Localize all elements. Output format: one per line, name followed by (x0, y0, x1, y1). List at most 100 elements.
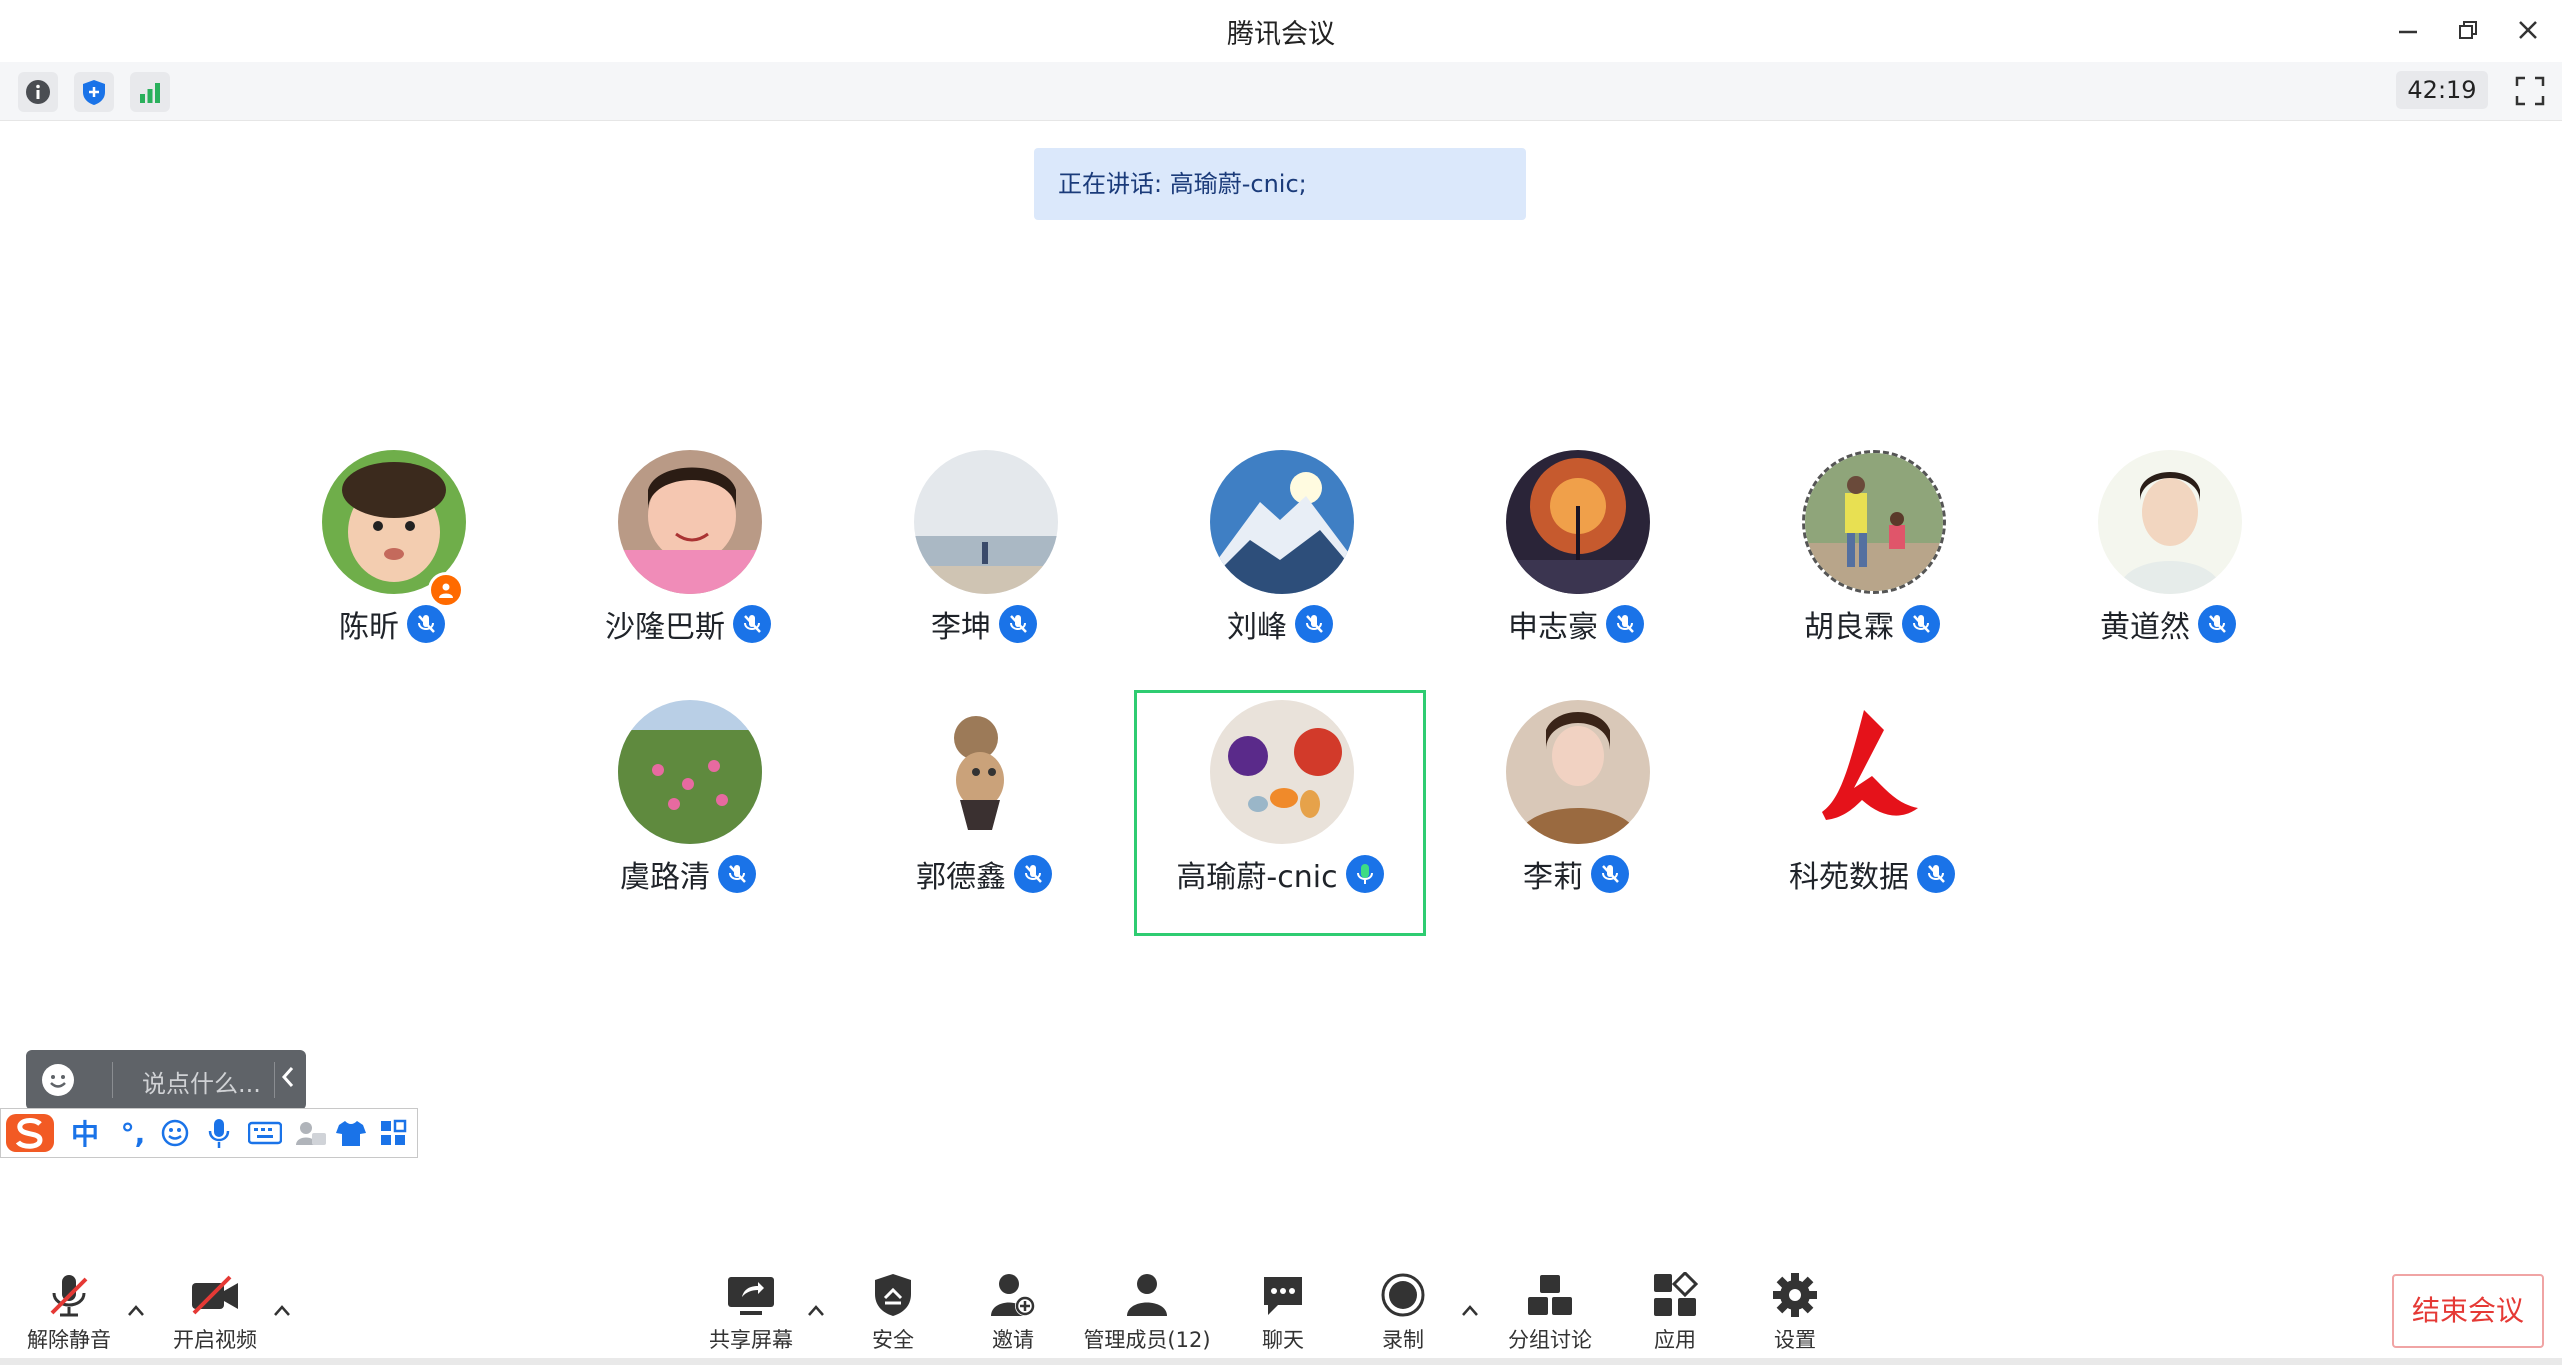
bottom-divider (0, 1358, 2562, 1365)
start-video-button[interactable]: 开启视频 (170, 1270, 260, 1354)
avatar (1210, 450, 1354, 594)
emoji-icon[interactable] (42, 1064, 74, 1096)
ime-punctuation-indicator[interactable]: °, (113, 1115, 153, 1151)
divider (274, 1062, 275, 1098)
shield-icon (868, 1270, 918, 1320)
end-meeting-button[interactable]: 结束会议 (2392, 1274, 2544, 1348)
window-title: 腾讯会议 (1227, 19, 1335, 50)
add-user-icon (988, 1270, 1038, 1320)
participant-tile[interactable]: 李莉 (1436, 700, 1716, 920)
participant-tile[interactable]: 沙隆巴斯 (548, 450, 828, 670)
members-icon (1122, 1270, 1172, 1320)
avatar (618, 700, 762, 844)
meeting-toolbar: 42:19 (0, 62, 2562, 121)
chevron-up-icon[interactable] (272, 1298, 292, 1323)
mic-muted-icon (1917, 855, 1955, 893)
smiley-icon[interactable] (157, 1115, 193, 1151)
participant-tile[interactable]: 黄道然 (2028, 450, 2308, 670)
record-label: 录制 (1382, 1328, 1424, 1352)
chat-label: 聊天 (1262, 1328, 1304, 1352)
participant-tile[interactable]: 郭德鑫 (844, 700, 1124, 920)
participant-name: 沙隆巴斯 (605, 610, 725, 645)
security-button[interactable]: 安全 (848, 1270, 938, 1354)
participant-name: 李莉 (1523, 860, 1583, 895)
invite-button[interactable]: 邀请 (968, 1270, 1058, 1354)
toolbox-grid-icon[interactable] (375, 1115, 411, 1151)
avatar (2098, 450, 2242, 594)
participant-tile[interactable]: 高瑜蔚-cnic (1140, 700, 1420, 920)
info-icon[interactable] (18, 72, 58, 112)
unmute-label: 解除静音 (27, 1328, 111, 1352)
chevron-up-icon[interactable] (126, 1298, 146, 1323)
settings-label: 设置 (1774, 1328, 1816, 1352)
participant-name: 申志豪 (1508, 610, 1598, 645)
participant-tile[interactable]: 陈昕 (252, 450, 532, 670)
chat-input[interactable]: 说点什么... (142, 1064, 261, 1099)
user-profile-icon[interactable] (291, 1115, 331, 1151)
mic-muted-icon (1014, 855, 1052, 893)
shield-icon[interactable] (74, 72, 114, 112)
gear-icon (1770, 1270, 1820, 1320)
participant-tile[interactable]: 虞路清 (548, 700, 828, 920)
record-button[interactable]: 录制 (1358, 1270, 1448, 1354)
share-screen-icon (726, 1270, 776, 1320)
participant-name: 高瑜蔚-cnic (1176, 860, 1338, 895)
apps-button[interactable]: 应用 (1630, 1270, 1720, 1354)
mic-muted-icon (718, 855, 756, 893)
avatar (1210, 700, 1354, 844)
invite-label: 邀请 (992, 1328, 1034, 1352)
skin-shirt-icon[interactable] (333, 1115, 369, 1151)
avatar (914, 700, 1058, 844)
ime-mode-indicator[interactable]: 中 (65, 1115, 105, 1151)
divider (112, 1062, 113, 1098)
chat-bubble-icon (1258, 1270, 1308, 1320)
mic-speaking-icon (1345, 855, 1384, 893)
chevron-up-icon[interactable] (1460, 1298, 1480, 1323)
mic-muted-icon (44, 1270, 94, 1320)
share-screen-button[interactable]: 共享屏幕 (706, 1270, 796, 1354)
chevron-up-icon[interactable] (806, 1298, 826, 1323)
mic-muted-icon (2198, 605, 2236, 643)
unmute-button[interactable]: 解除静音 (24, 1270, 114, 1354)
participant-tile[interactable]: 刘峰 (1140, 450, 1420, 670)
participant-tile[interactable]: 科苑数据 (1732, 700, 2012, 920)
chat-input-bar[interactable]: 说点什么... (26, 1050, 306, 1110)
breakout-icon (1525, 1270, 1575, 1320)
avatar (618, 450, 762, 594)
participant-tile[interactable]: 申志豪 (1436, 450, 1716, 670)
participant-name: 刘峰 (1227, 610, 1287, 645)
chat-button[interactable]: 聊天 (1238, 1270, 1328, 1354)
mic-muted-icon (1591, 855, 1629, 893)
avatar (1506, 450, 1650, 594)
apps-label: 应用 (1654, 1328, 1696, 1352)
mic-muted-icon (733, 605, 771, 643)
avatar (1802, 700, 1946, 844)
participant-tile[interactable]: 李坤 (844, 450, 1124, 670)
avatar (1802, 450, 1946, 594)
participant-name: 虞路清 (620, 860, 710, 895)
meeting-timer: 42:19 (2396, 71, 2488, 109)
participant-tile[interactable]: 胡良霖 (1732, 450, 2012, 670)
breakout-rooms-label: 分组讨论 (1508, 1328, 1592, 1352)
settings-button[interactable]: 设置 (1750, 1270, 1840, 1354)
apps-grid-icon (1650, 1270, 1700, 1320)
chevron-left-icon[interactable] (278, 1062, 298, 1099)
close-icon[interactable] (2506, 10, 2550, 50)
sogou-logo-icon[interactable] (3, 1114, 59, 1152)
signal-icon[interactable] (130, 72, 170, 112)
mic-muted-icon (407, 605, 445, 643)
fullscreen-icon[interactable] (2510, 71, 2550, 111)
speaking-banner: 正在讲话: 高瑜蔚-cnic; (1034, 148, 1526, 220)
voice-input-icon[interactable] (201, 1115, 237, 1151)
restore-icon[interactable] (2446, 10, 2490, 50)
manage-members-label: 管理成员(12) (1083, 1328, 1211, 1352)
bottom-toolbar: 解除静音 开启视频 共享屏幕 安全 邀请 管理成员(12) 聊天 录制 分组讨论… (0, 1258, 2562, 1365)
share-screen-label: 共享屏幕 (709, 1328, 793, 1352)
mic-muted-icon (999, 605, 1037, 643)
minimize-icon[interactable] (2386, 10, 2430, 50)
keyboard-icon[interactable] (245, 1115, 285, 1151)
manage-members-button[interactable]: 管理成员(12) (1082, 1270, 1212, 1354)
participant-name: 陈昕 (339, 610, 399, 645)
breakout-rooms-button[interactable]: 分组讨论 (1500, 1270, 1600, 1354)
record-icon (1378, 1270, 1428, 1320)
